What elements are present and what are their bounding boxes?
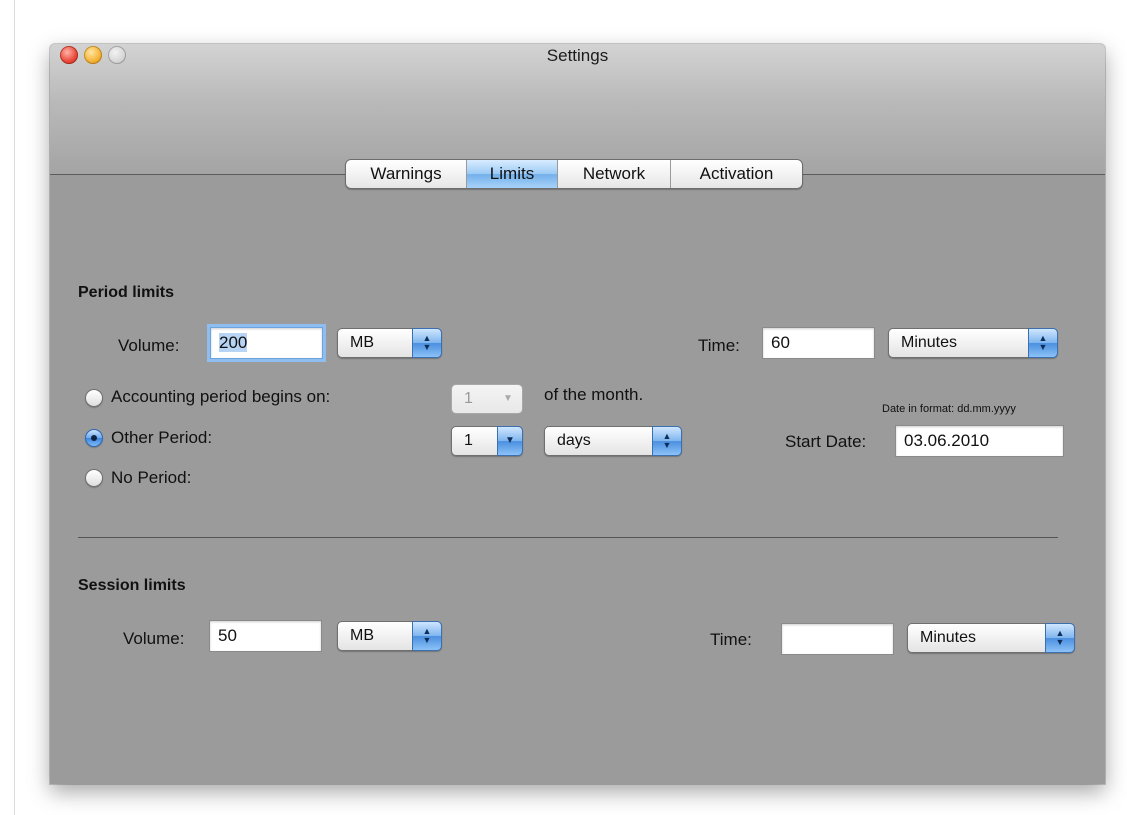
window-title: Settings	[546, 46, 609, 65]
other-period-count-value: 1	[464, 432, 473, 449]
window-toolbar: Settings	[50, 44, 1105, 174]
period-time-input[interactable]: 60	[762, 327, 875, 359]
session-time-unit-popup[interactable]: Minutes ▲ ▼	[907, 623, 1075, 653]
chevron-down-icon: ▼	[503, 393, 513, 404]
chevron-down-icon: ▼	[497, 426, 523, 456]
other-period-unit-value: days	[557, 432, 591, 449]
period-time-unit-value: Minutes	[901, 334, 958, 351]
session-time-label: Time:	[710, 630, 752, 649]
section-divider	[78, 537, 1058, 538]
session-time-unit-value: Minutes	[920, 629, 977, 646]
page-edge-line	[14, 0, 15, 815]
settings-window: Settings Warnings Limits Network Activat…	[50, 44, 1105, 784]
other-period-count-popup[interactable]: 1 ▼	[451, 426, 523, 456]
accounting-period-label: Accounting period begins on:	[111, 387, 331, 406]
period-volume-value: 200	[219, 333, 248, 352]
stepper-arrows-icon: ▲ ▼	[412, 328, 442, 358]
no-period-label: No Period:	[111, 468, 192, 487]
period-time-label: Time:	[698, 336, 740, 355]
tab-bar: Warnings Limits Network Activation	[345, 159, 803, 189]
stepper-arrows-icon: ▲ ▼	[652, 426, 682, 456]
period-volume-unit-value: MB	[350, 334, 374, 351]
start-date-input[interactable]: 03.06.2010	[895, 425, 1064, 457]
period-time-unit-popup[interactable]: Minutes ▲ ▼	[888, 328, 1058, 358]
accounting-day-value: 1	[464, 390, 473, 407]
other-period-label: Other Period:	[111, 428, 213, 447]
session-volume-input[interactable]: 50	[209, 620, 322, 652]
tab-network[interactable]: Network	[558, 160, 671, 188]
stepper-arrows-icon: ▲ ▼	[412, 621, 442, 651]
tab-limits[interactable]: Limits	[467, 160, 558, 188]
period-volume-input[interactable]: 200	[210, 327, 323, 359]
accounting-period-radio[interactable]	[85, 389, 103, 407]
other-period-unit-popup[interactable]: days ▲ ▼	[544, 426, 682, 456]
session-limits-title: Session limits	[78, 577, 186, 594]
no-period-radio[interactable]	[85, 469, 103, 487]
date-format-note: Date in format: dd.mm.yyyy	[882, 403, 1016, 415]
session-volume-unit-value: MB	[350, 627, 374, 644]
stepper-arrows-icon: ▲ ▼	[1028, 328, 1058, 358]
session-time-input[interactable]	[781, 623, 894, 655]
stepper-arrows-icon: ▲ ▼	[1045, 623, 1075, 653]
tab-activation[interactable]: Activation	[671, 160, 802, 188]
accounting-suffix-label: of the month.	[544, 385, 644, 404]
period-volume-unit-popup[interactable]: MB ▲ ▼	[337, 328, 442, 358]
period-limits-title: Period limits	[78, 284, 175, 301]
session-volume-unit-popup[interactable]: MB ▲ ▼	[337, 621, 442, 651]
tab-warnings[interactable]: Warnings	[346, 160, 467, 188]
start-date-label: Start Date:	[785, 432, 867, 451]
session-volume-label: Volume:	[123, 629, 185, 648]
other-period-radio[interactable]	[85, 429, 103, 447]
accounting-day-popup: 1 ▼	[451, 384, 523, 414]
period-volume-label: Volume:	[118, 336, 180, 355]
